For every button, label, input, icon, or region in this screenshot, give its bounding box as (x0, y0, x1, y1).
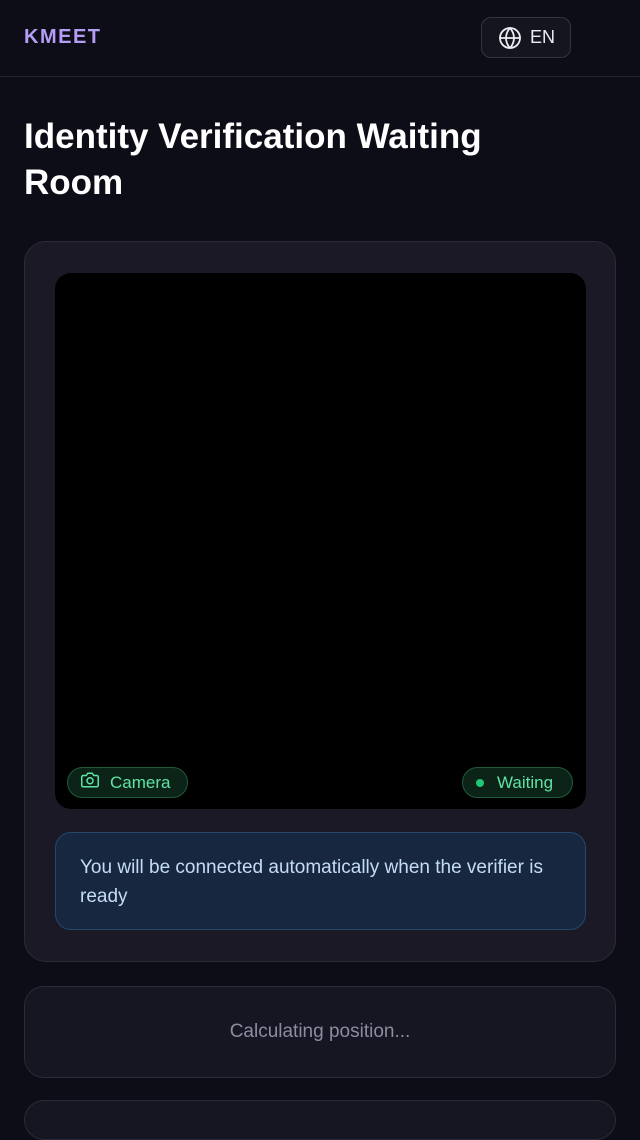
camera-badge: Camera (67, 767, 188, 798)
next-card (24, 1100, 616, 1140)
camera-badge-label: Camera (110, 772, 171, 792)
connection-info-message: You will be connected automatically when… (55, 832, 586, 930)
language-selector-button[interactable]: EN (481, 17, 571, 58)
video-card: Camera Waiting You will be connected aut… (24, 241, 616, 962)
brand-logo[interactable]: KMEET (24, 26, 102, 49)
language-label: EN (530, 27, 556, 47)
page-title: Identity Verification Waiting Room (24, 117, 482, 202)
queue-position-card: Calculating position... (24, 986, 616, 1078)
globe-icon (498, 26, 522, 50)
top-bar: KMEET EN (0, 0, 640, 77)
status-badge-label: Waiting (497, 772, 554, 792)
status-dot-icon (476, 778, 484, 787)
status-badge: Waiting (462, 767, 573, 798)
camera-icon (81, 771, 99, 794)
queue-position-text: Calculating position... (229, 1021, 411, 1042)
camera-preview: Camera Waiting (55, 273, 586, 809)
